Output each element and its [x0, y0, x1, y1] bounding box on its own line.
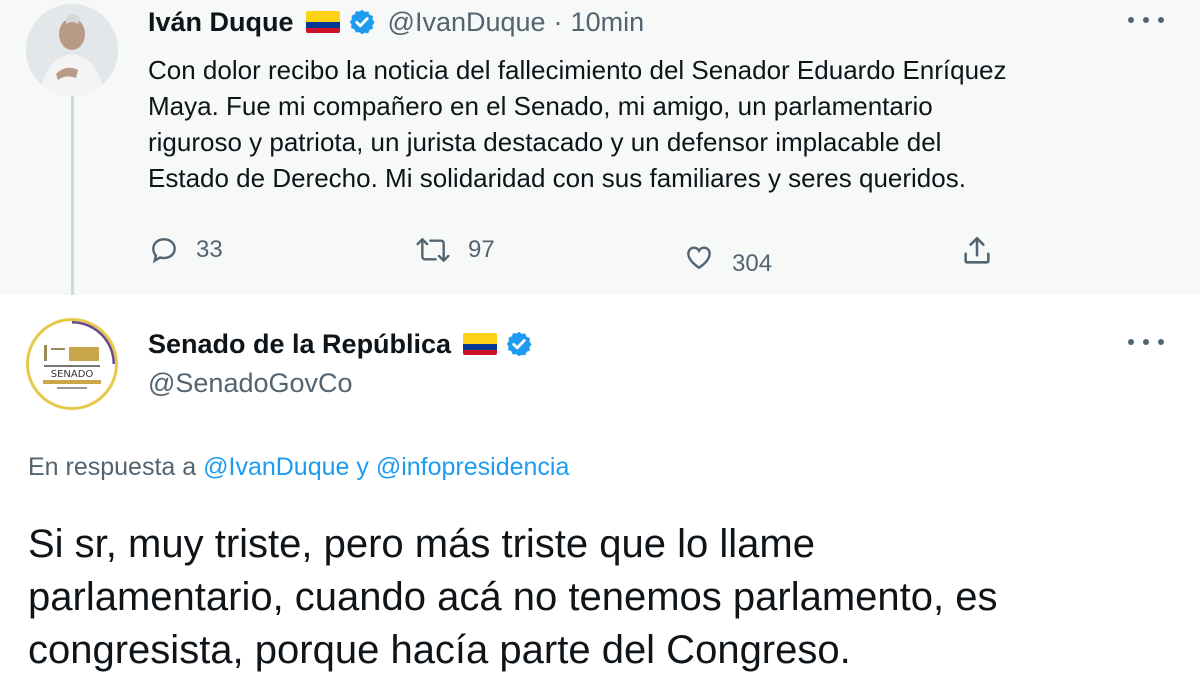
tweet-text-line: Si sr, muy triste, pero más triste que l…	[28, 522, 815, 566]
share-button[interactable]	[960, 234, 994, 268]
verified-badge-icon	[349, 9, 375, 35]
author-name[interactable]: Senado de la República	[148, 329, 451, 360]
colombia-flag-icon	[463, 333, 498, 355]
author-name[interactable]: Iván Duque	[148, 7, 294, 38]
verified-badge-icon	[506, 331, 532, 357]
mention-link[interactable]: @infopresidencia	[376, 453, 570, 481]
tweet-text-line: Estado de Derecho. Mi solidaridad con su…	[148, 163, 966, 193]
author-handle[interactable]: @SenadoGovCo	[148, 368, 353, 399]
retweet-button[interactable]: 97	[414, 234, 495, 266]
more-options-icon[interactable]	[1128, 332, 1164, 352]
like-icon	[687, 246, 711, 270]
mention-conjunction: y	[356, 453, 369, 481]
reply-tweet-text: Si sr, muy triste, pero más triste que l…	[28, 518, 997, 675]
mention-link[interactable]: @IvanDuque	[203, 453, 349, 481]
reply-tweet-header: Senado de la República	[148, 326, 533, 362]
separator-dot: ·	[553, 6, 563, 37]
colombia-flag-icon	[305, 11, 340, 33]
like-button[interactable]: 304	[682, 236, 772, 278]
in-reply-to: En respuesta a @IvanDuque y @infopreside…	[28, 453, 569, 482]
reply-button[interactable]: 33	[148, 234, 223, 266]
retweet-count: 97	[468, 236, 495, 263]
in-reply-prefix: En respuesta a	[28, 453, 197, 481]
parent-tweet-header: Iván Duque @IvanDuque · 10min	[148, 4, 644, 40]
parent-tweet-text: Con dolor recibo la noticia del fallecim…	[148, 52, 1128, 196]
tweet-text-line: parlamentario, cuando acá no tenemos par…	[28, 575, 998, 619]
timestamp[interactable]: 10min	[571, 7, 645, 38]
author-handle[interactable]: @IvanDuque	[388, 7, 546, 38]
thread-connector-line	[71, 96, 74, 300]
tweet-text-line: riguroso y patriota, un jurista destacad…	[148, 127, 942, 157]
reply-count: 33	[196, 236, 223, 263]
tweet-text-line: Maya. Fue mi compañero en el Senado, mi …	[148, 91, 933, 121]
share-icon	[964, 236, 990, 264]
tweet-text-line: Con dolor recibo la noticia del fallecim…	[148, 55, 1007, 85]
retweet-icon	[416, 238, 450, 262]
reply-icon	[152, 238, 176, 264]
like-count: 304	[732, 250, 773, 277]
avatar-ivan-duque[interactable]	[26, 4, 118, 96]
tweet-text-line: congresista, porque hacía parte del Cong…	[28, 628, 851, 672]
more-options-icon[interactable]	[1128, 10, 1164, 30]
senado-logo-text: SENADO	[51, 369, 94, 380]
avatar-senado[interactable]: SENADO	[26, 318, 118, 410]
